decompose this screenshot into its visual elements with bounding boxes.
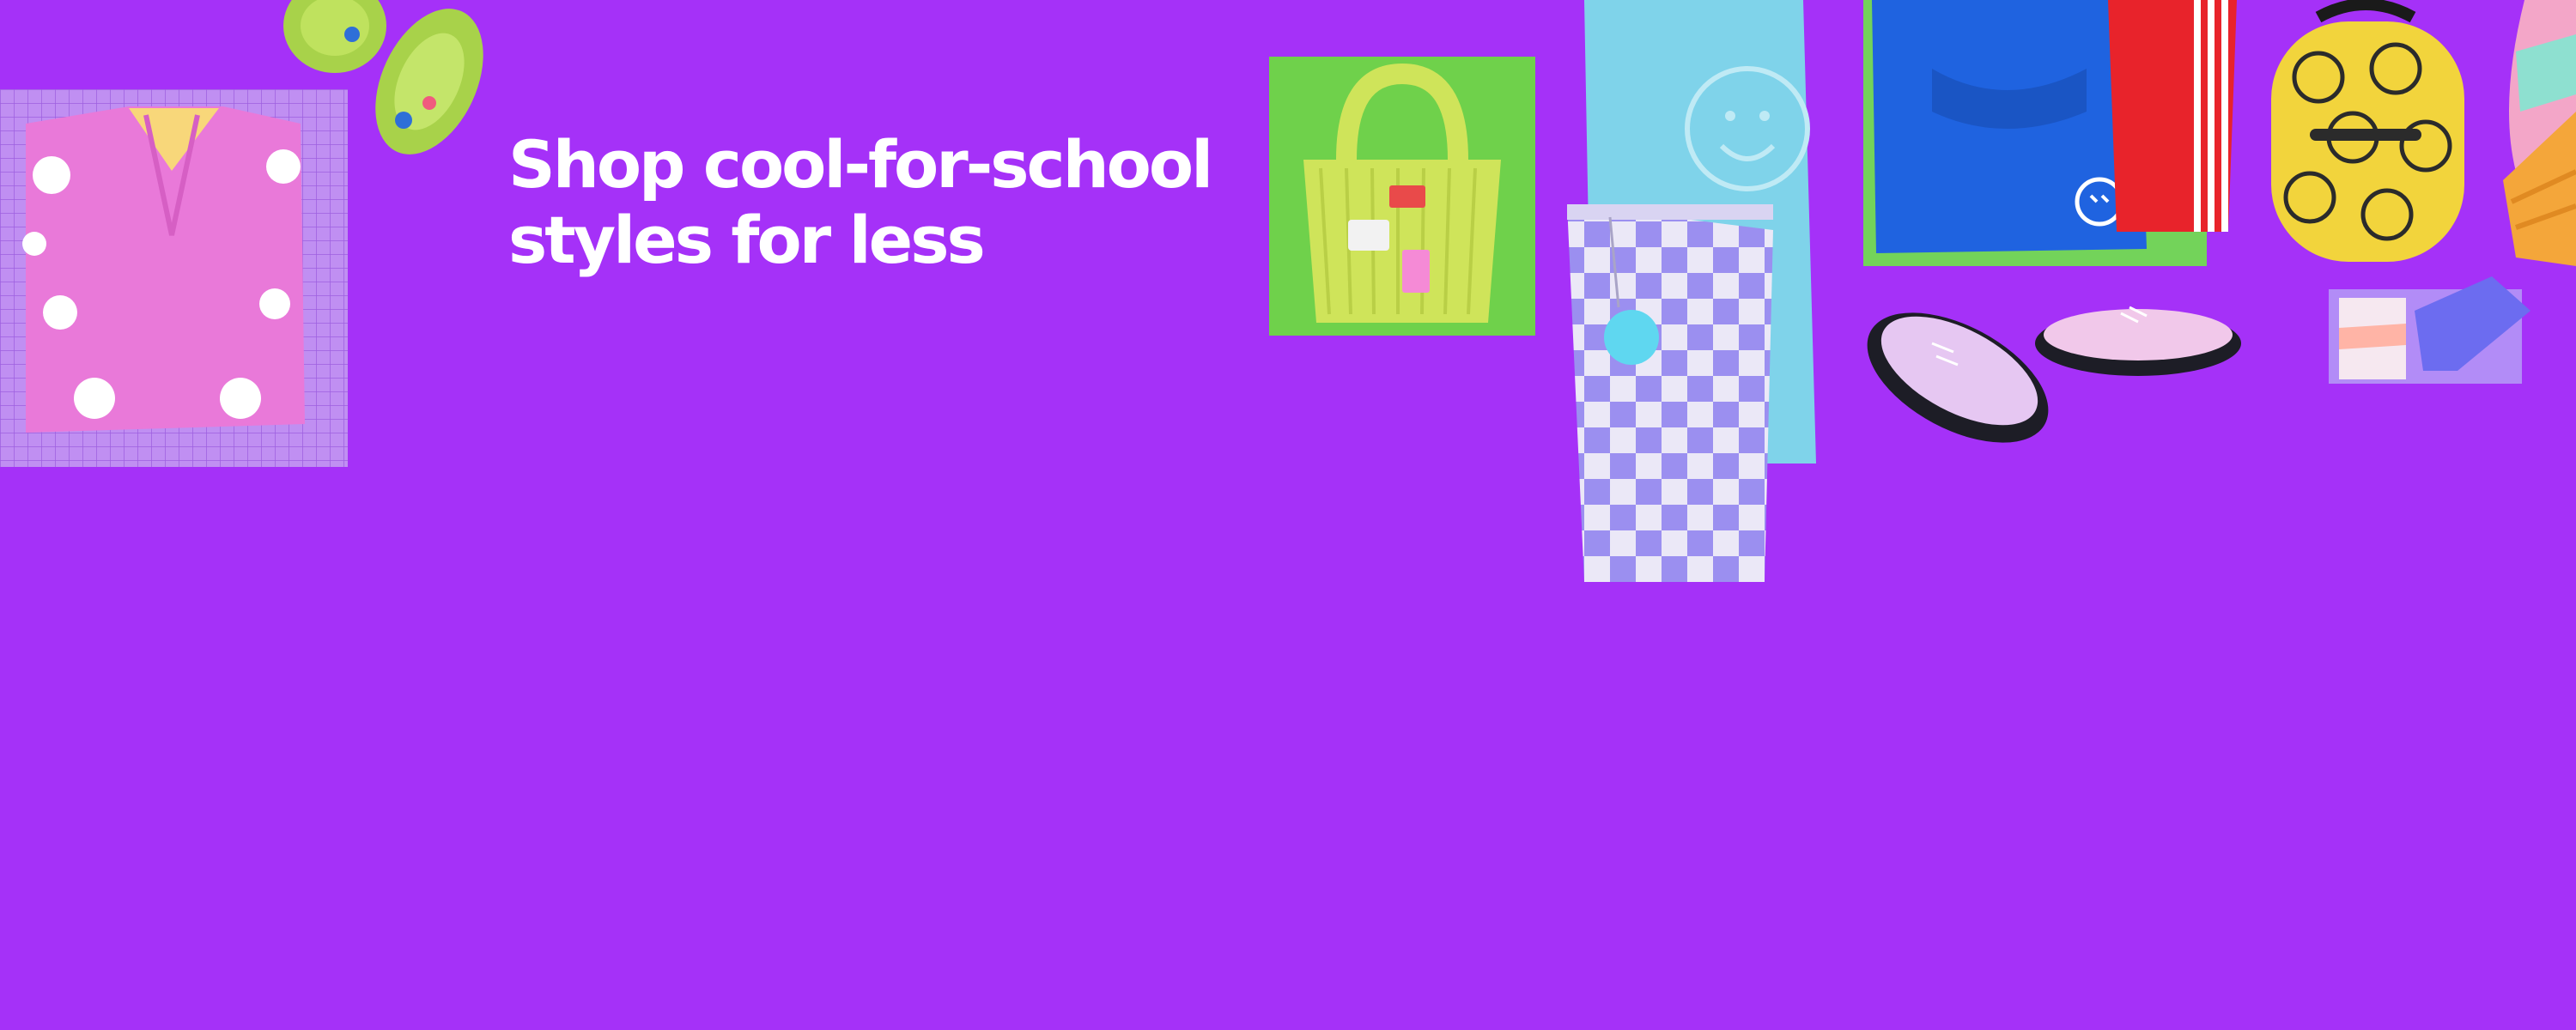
lime-corduroy-tote-image bbox=[1269, 57, 1535, 340]
checkered-jeans-image bbox=[1558, 196, 1782, 591]
red-track-pants-image bbox=[2108, 0, 2245, 236]
hero-banner[interactable]: Shop cool-for-school styles for less bbox=[0, 0, 2576, 1030]
socks-image bbox=[2329, 276, 2535, 388]
headline: Shop cool-for-school styles for less bbox=[508, 127, 1281, 278]
smiley-backpack-image bbox=[2258, 0, 2473, 266]
headline-line-2: styles for less bbox=[508, 202, 986, 278]
lilac-oxford-shoes-image bbox=[1863, 275, 2258, 472]
beanie-image bbox=[2499, 0, 2576, 275]
lime-clogs-image bbox=[266, 0, 498, 172]
headline-line-1: Shop cool-for-school bbox=[508, 126, 1213, 203]
